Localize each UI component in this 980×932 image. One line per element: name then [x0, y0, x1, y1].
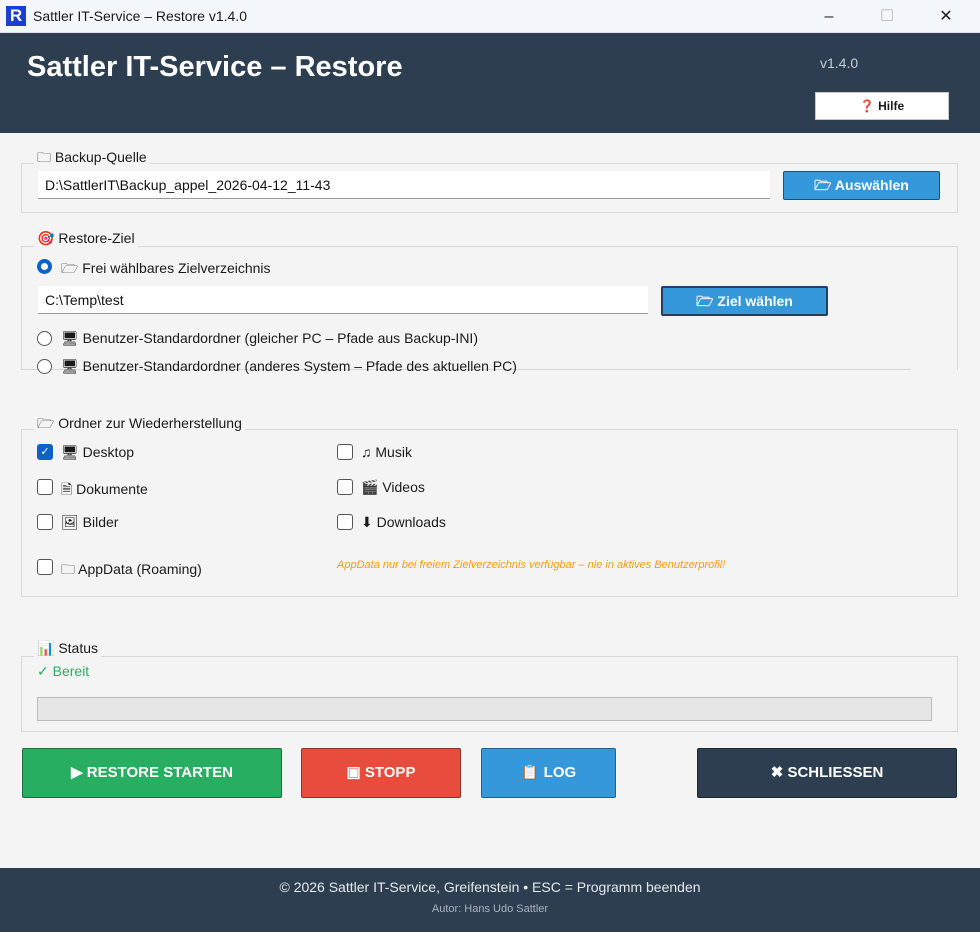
window-title: Sattler IT-Service – Restore v1.4.0 [33, 8, 247, 24]
maximize-button[interactable]: ☐ [864, 4, 910, 30]
checkbox-downloads[interactable] [337, 514, 353, 530]
status-text: ✓ Bereit [37, 663, 90, 679]
checkbox-videos-label: 🎬 Videos [361, 479, 425, 495]
target-path-input[interactable] [38, 286, 648, 314]
stop-button[interactable]: ▣ STOPP [301, 748, 461, 798]
select-target-button[interactable]: 🗁 Ziel wählen [661, 286, 828, 316]
checkbox-musik-label: ♫ Musik [361, 444, 412, 460]
title-bar: R Sattler IT-Service – Restore v1.4.0 – … [0, 0, 980, 33]
checkbox-videos[interactable] [337, 479, 353, 495]
radio-same-pc[interactable] [37, 331, 52, 346]
app-title: Sattler IT-Service – Restore [27, 51, 403, 83]
radio-free-target-label: 🗁 Frei wählbares Zielverzeichnis [61, 260, 271, 276]
checkbox-appdata[interactable] [37, 559, 53, 575]
footer: © 2026 Sattler IT-Service, Greifenstein … [0, 868, 980, 932]
version-label: v1.4.0 [820, 55, 859, 71]
select-source-button[interactable]: 🗁 Auswählen [783, 171, 940, 200]
radio-same-pc-label: 🖥 Benutzer-Standardordner (gleicher PC –… [61, 330, 478, 346]
appdata-note: AppData nur bei freiem Zielverzeichnis v… [337, 559, 726, 571]
footer-author: Autor: Hans Udo Sattler [431, 903, 549, 915]
checkbox-desktop-label: 🖥 Desktop [61, 444, 135, 460]
minimize-button[interactable]: – [806, 4, 852, 30]
checkbox-bilder-label: 🖼 Bilder [61, 514, 119, 530]
checkbox-bilder[interactable] [37, 514, 53, 530]
progress-bar [37, 697, 932, 721]
status-label: 📊 Status [34, 640, 102, 657]
checkbox-desktop[interactable]: ✓ [37, 444, 53, 460]
backup-source-input[interactable] [38, 171, 770, 199]
radio-free-target[interactable] [37, 259, 52, 274]
checkbox-downloads-label: ⬇ Downloads [361, 514, 446, 530]
checkbox-dokumente-label: 🗎 Dokumente [61, 481, 148, 497]
backup-source-label: 🗀 Backup-Quelle [34, 147, 150, 171]
close-button[interactable]: ✖ SCHLIESSEN [697, 748, 957, 798]
checkbox-appdata-label: 🗀 AppData (Roaming) [61, 561, 202, 577]
footer-copyright: © 2026 Sattler IT-Service, Greifenstein … [279, 879, 701, 895]
app-icon: R [6, 6, 26, 26]
radio-other-system[interactable] [37, 359, 52, 374]
checkbox-musik[interactable] [337, 444, 353, 460]
start-restore-button[interactable]: ▶ RESTORE STARTEN [22, 748, 282, 798]
folders-label: 🗁 Ordner zur Wiederherstellung [34, 413, 245, 437]
radio-other-system-label: 🖥 Benutzer-Standardordner (anderes Syste… [61, 358, 517, 374]
close-window-button[interactable]: ✕ [923, 4, 969, 30]
header: Sattler IT-Service – Restore v1.4.0 ❓ Hi… [0, 33, 980, 133]
log-button[interactable]: 📋 LOG [481, 748, 616, 798]
checkbox-dokumente[interactable] [37, 479, 53, 495]
help-button[interactable]: ❓ Hilfe [815, 92, 949, 120]
restore-target-label: 🎯 Restore-Ziel [34, 230, 138, 247]
